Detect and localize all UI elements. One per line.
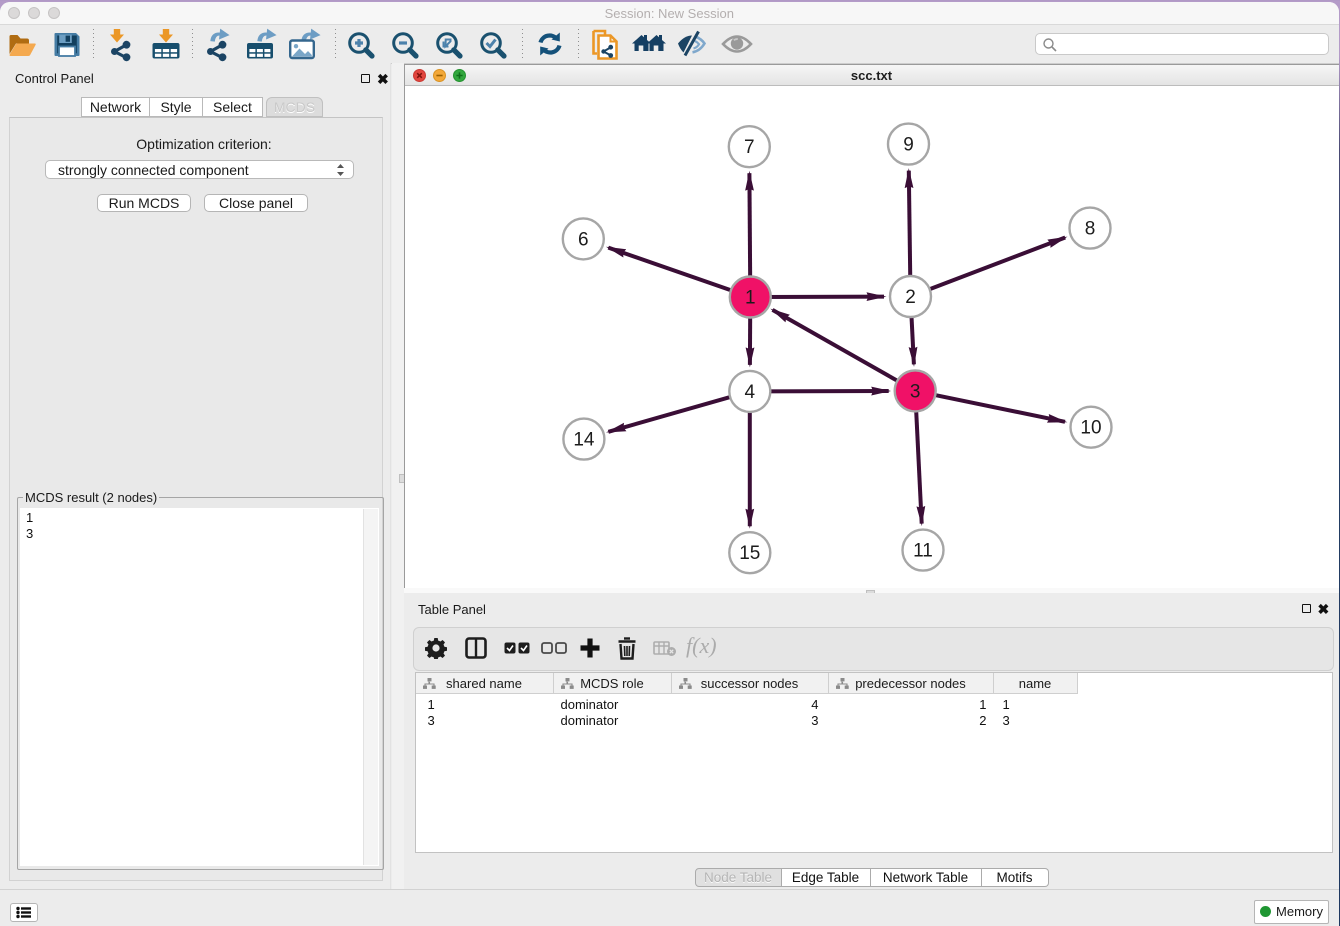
svg-text:4: 4 xyxy=(744,382,755,403)
svg-text:1: 1 xyxy=(745,288,756,309)
svg-text:14: 14 xyxy=(573,430,595,451)
svg-text:3: 3 xyxy=(909,381,920,402)
svg-text:7: 7 xyxy=(744,137,755,158)
svg-text:6: 6 xyxy=(578,229,589,250)
svg-text:10: 10 xyxy=(1080,418,1101,439)
svg-text:15: 15 xyxy=(739,543,760,564)
svg-text:2: 2 xyxy=(905,287,916,308)
svg-text:11: 11 xyxy=(913,541,933,562)
svg-text:8: 8 xyxy=(1084,219,1095,240)
svg-text:9: 9 xyxy=(903,135,914,156)
